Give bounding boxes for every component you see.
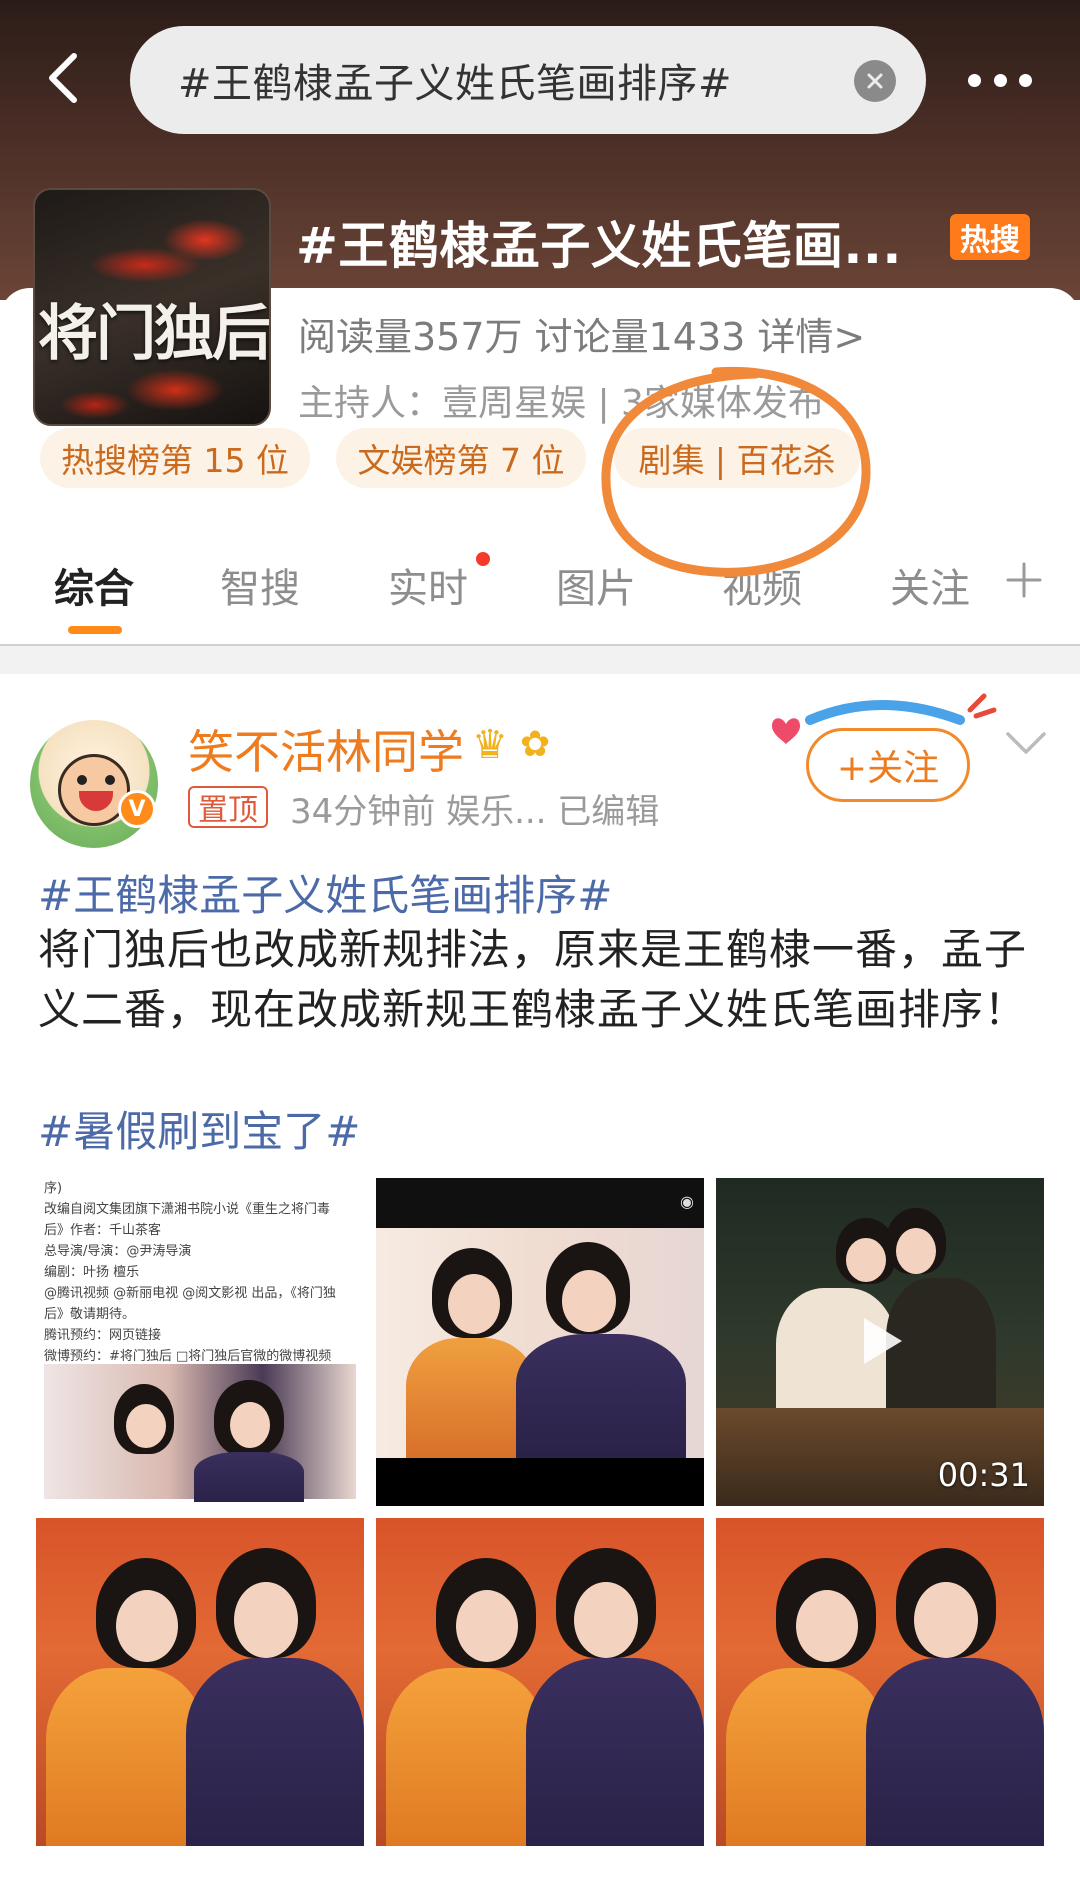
post-hashtag-link-2[interactable]: #暑假刷到宝了#: [38, 1098, 360, 1159]
topic-stats[interactable]: 阅读量357万 讨论量1433 详情>: [298, 306, 865, 361]
post-hashtag-link[interactable]: #王鹤棣孟子义姓氏笔画排序#: [38, 862, 612, 923]
tab-comprehensive[interactable]: 综合: [54, 556, 134, 614]
doc-photo: [44, 1364, 356, 1502]
tab-bar: 综合 智搜 实时 图片 视频 关注: [0, 548, 1080, 640]
post-body-text: 将门独后也改成新规排法，原来是王鹤棣一番，孟子义二番，现在改成新规王鹤棣孟子义姓…: [38, 925, 1028, 1034]
search-input[interactable]: #王鹤棣孟子义姓氏笔画排序#: [130, 26, 926, 134]
rank-pill-entertainment[interactable]: 文娱榜第 7 位: [336, 428, 586, 488]
follow-button[interactable]: +关注: [806, 728, 970, 802]
post-image-1[interactable]: 序) 改编自阅文集团旗下潇湘书院小说《重生之将门毒 后》作者：千山茶客 总导演/…: [36, 1178, 364, 1506]
clear-icon[interactable]: [854, 60, 896, 102]
crown-icon: ♛: [472, 722, 508, 768]
tab-pictures[interactable]: 图片: [556, 556, 636, 614]
topic-cover-image[interactable]: 将门独后: [33, 188, 271, 426]
notification-dot: [476, 552, 490, 566]
video-duration: 00:31: [937, 1456, 1030, 1494]
verified-icon: V: [118, 790, 156, 828]
add-tab-icon[interactable]: [1004, 560, 1044, 600]
section-divider: [0, 644, 1080, 674]
doc-text-block: 序) 改编自阅文集团旗下潇湘书院小说《重生之将门毒 后》作者：千山茶客 总导演/…: [44, 1181, 336, 1364]
post-video-thumbnail[interactable]: 00:31: [716, 1178, 1044, 1506]
post-image-2[interactable]: ◉: [376, 1178, 704, 1506]
post-username[interactable]: 笑不活林同学: [188, 716, 464, 782]
topic-title: #王鹤棣孟子义姓氏笔画...: [296, 217, 902, 275]
tab-realtime[interactable]: 实时: [388, 556, 468, 614]
active-tab-indicator: [68, 626, 122, 634]
post-meta: 34分钟前 娱乐... 已编辑: [290, 792, 660, 832]
avatar[interactable]: [30, 720, 158, 848]
pinned-badge: 置顶: [188, 786, 268, 828]
weibo-watermark-icon: ◉: [680, 1192, 694, 1211]
cover-title: 将门独后: [38, 299, 270, 369]
hot-badge: 热搜: [950, 214, 1030, 260]
tab-smart-search[interactable]: 智搜: [220, 556, 300, 614]
rank-pill-hot-search[interactable]: 热搜榜第 15 位: [40, 428, 310, 488]
tab-videos[interactable]: 视频: [722, 556, 802, 614]
more-options-icon[interactable]: [968, 68, 1032, 92]
back-icon[interactable]: [38, 50, 94, 106]
chevron-down-icon[interactable]: [1004, 728, 1048, 758]
tab-following[interactable]: 关注: [890, 556, 970, 614]
topic-host[interactable]: 主持人：壹周星娱 | 3家媒体发布: [298, 374, 824, 426]
play-icon[interactable]: [844, 1306, 914, 1376]
sunflower-icon: ✿: [520, 724, 551, 765]
search-query: #王鹤棣孟子义姓氏笔画排序#: [178, 61, 733, 107]
rank-pill-drama[interactable]: 剧集 | 百花杀: [614, 428, 860, 488]
post-image-4[interactable]: [36, 1518, 364, 1846]
post-image-5[interactable]: [376, 1518, 704, 1846]
post-image-6[interactable]: [716, 1518, 1044, 1846]
